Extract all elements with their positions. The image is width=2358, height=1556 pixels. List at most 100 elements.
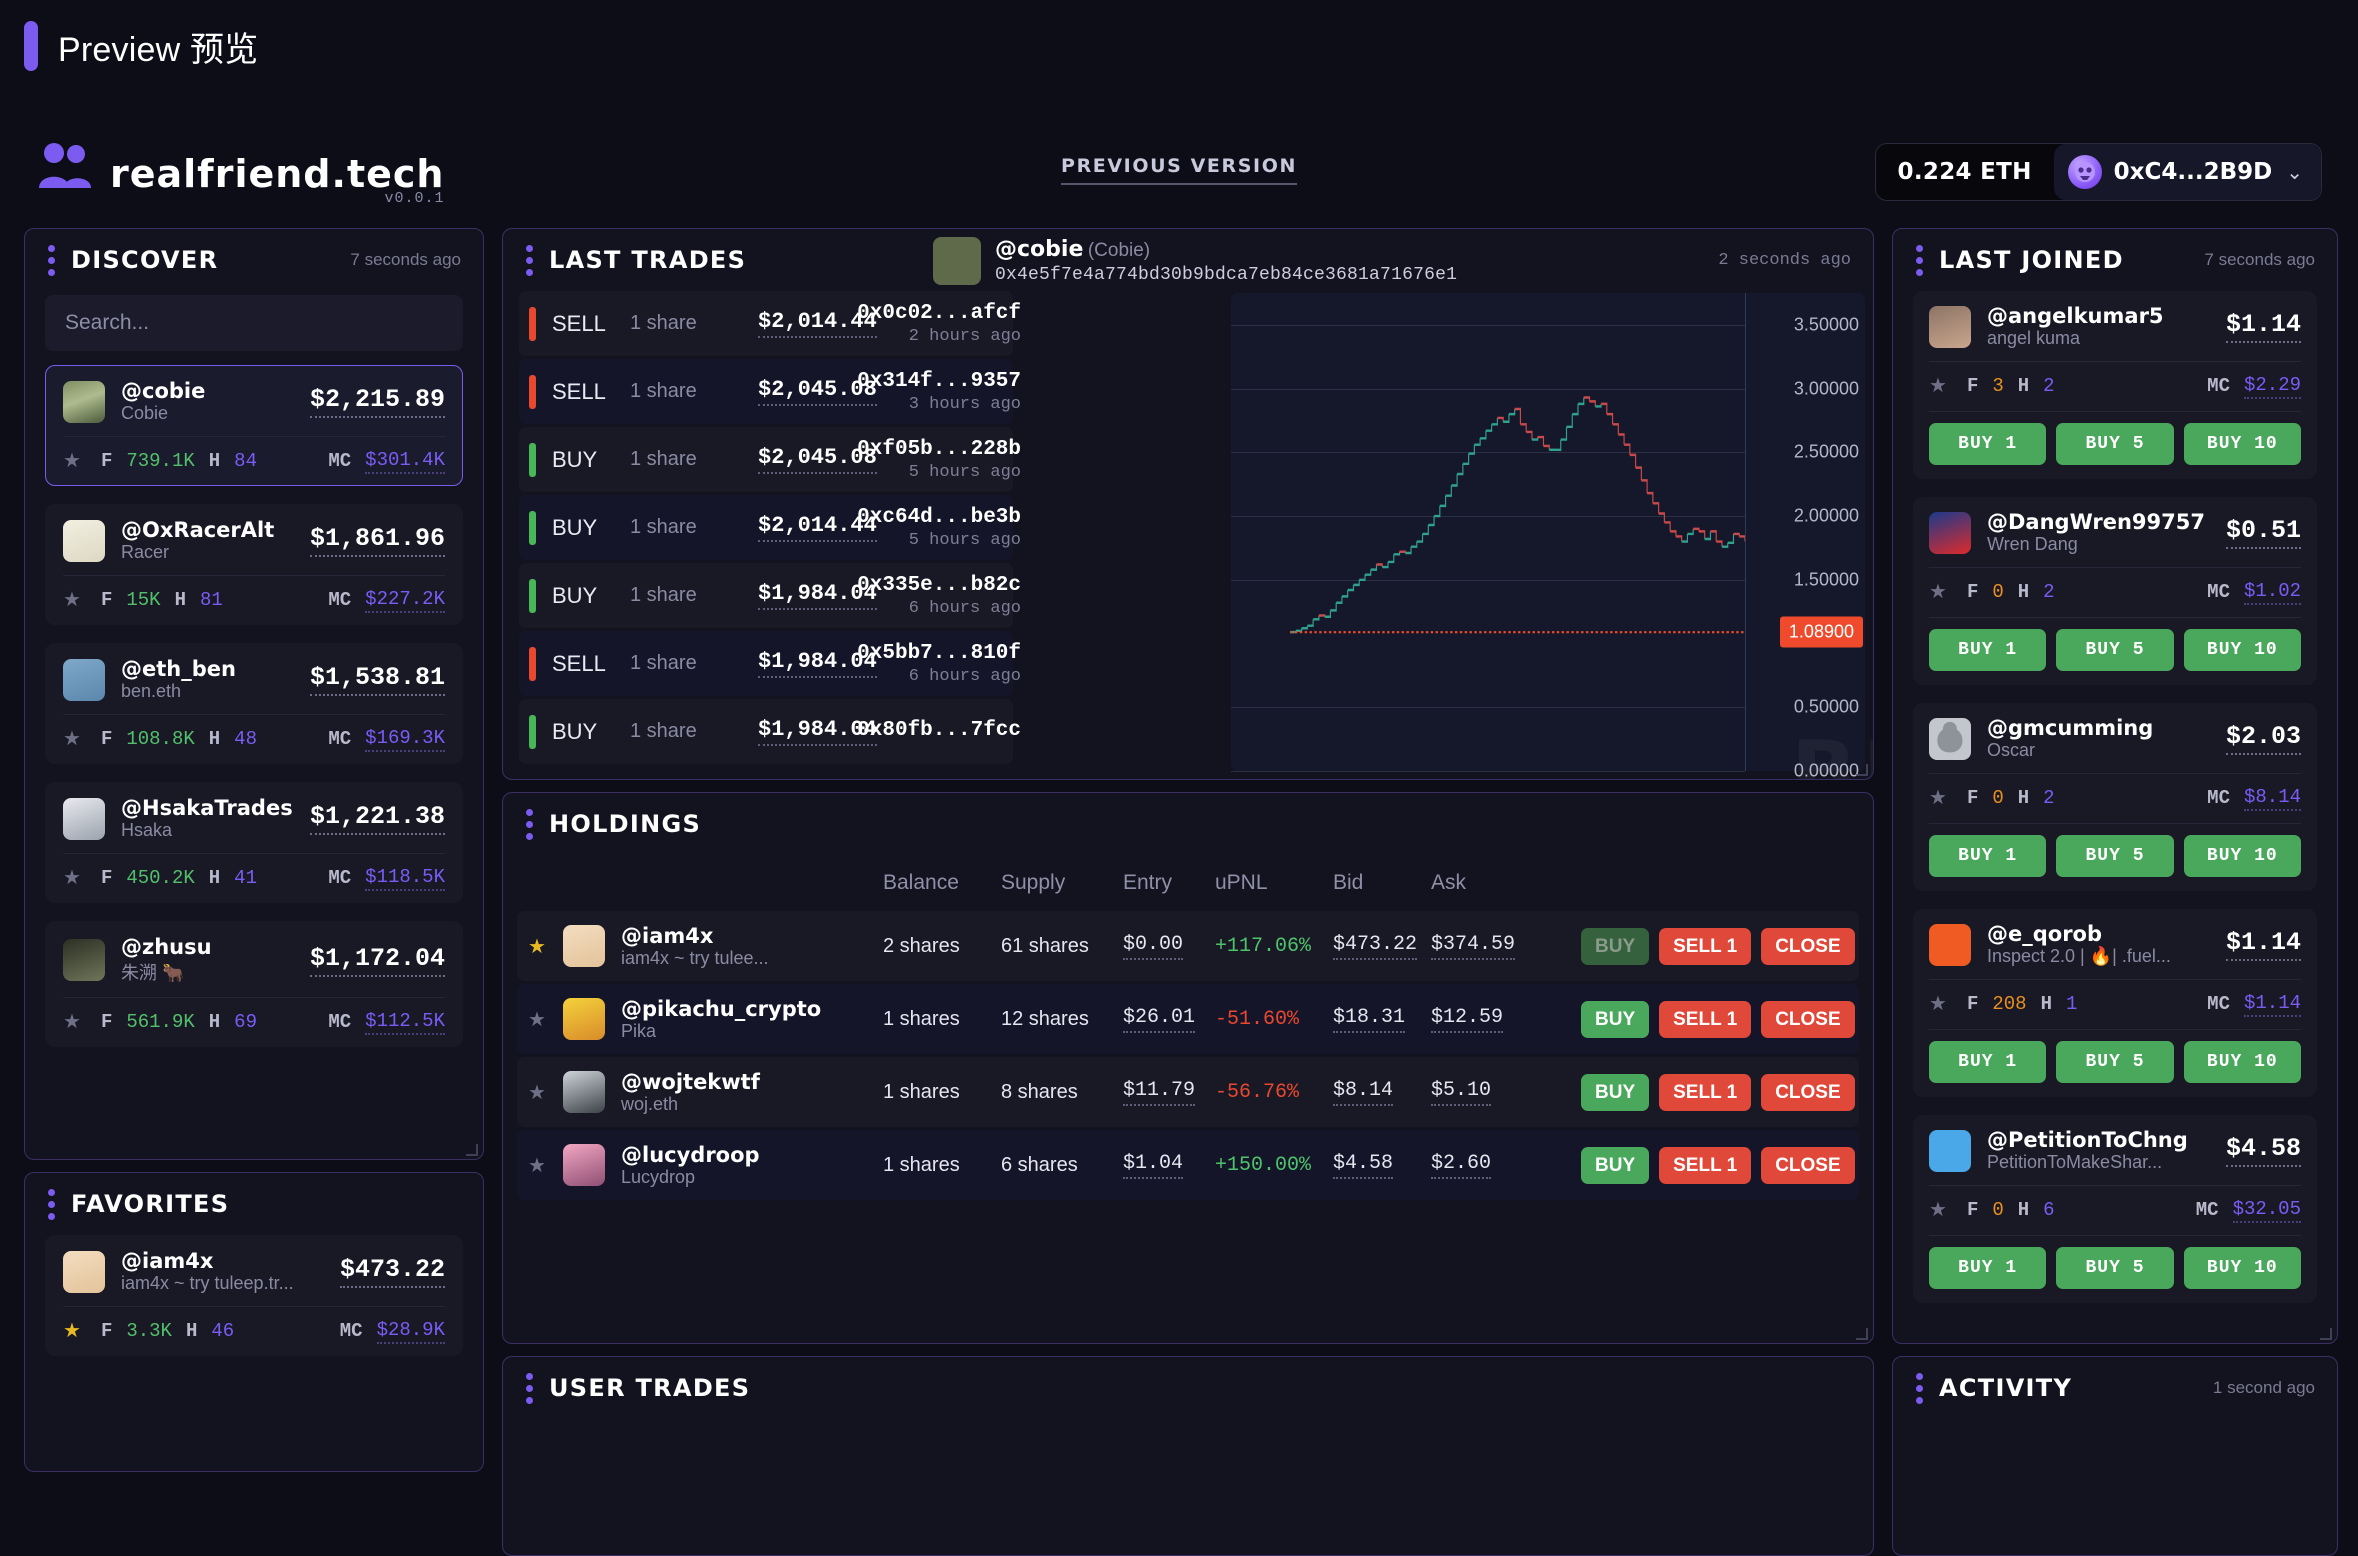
user-card[interactable]: @zhusu 朱溯 🐂 $1,172.04 ★ F 561.9K H 69 MC $112.5K [45, 921, 463, 1047]
buy-10-button[interactable]: BUY 10 [2183, 835, 2301, 877]
last-joined-timestamp: 7 seconds ago [2204, 250, 2315, 269]
joined-card[interactable]: @PetitionToChng PetitionToMakeShar... $4.5… [1913, 1115, 2317, 1303]
trade-row[interactable]: SELL 1 share $1,984.04 0x5bb7...810f 6 hours… [519, 631, 1021, 696]
buy-button[interactable]: BUY [1581, 1146, 1650, 1184]
favorite-star-icon[interactable]: ★ [528, 1155, 546, 1177]
table-row[interactable]: ★ @wojtekwtf woj.eth 1 shares 8 shares $11.79… [517, 1057, 1859, 1127]
wallet-account-button[interactable]: 0xC4...2B9D ⌄ [2053, 144, 2321, 200]
table-row[interactable]: ★ @lucydroop Lucydrop 1 shares 6 shares $1.04… [517, 1130, 1859, 1200]
buy-1-button[interactable]: BUY 1 [1929, 629, 2047, 671]
favorite-star-icon[interactable]: ★ [1929, 373, 1947, 399]
holders-label: H [2017, 375, 2030, 397]
user-card[interactable]: @eth_ben ben.eth $1,538.81 ★ F 108.8K H 48 MC $16… [45, 643, 463, 764]
sell-button[interactable]: SELL 1 [1659, 1146, 1752, 1184]
favorite-star-icon[interactable]: ★ [1929, 579, 1947, 605]
favorite-star-icon[interactable]: ★ [528, 1009, 546, 1031]
resize-handle[interactable] [466, 1144, 478, 1156]
drag-handle-icon[interactable] [47, 244, 55, 276]
trade-row[interactable]: BUY 1 share $1,984.04 0x335e...b82c 6 hours … [519, 563, 1021, 628]
search-input[interactable] [45, 295, 463, 351]
resize-handle[interactable] [2320, 1328, 2332, 1340]
drag-handle-icon[interactable] [47, 1188, 55, 1220]
trade-row[interactable]: BUY 1 share $2,014.44 0xc64d...be3b 5 hours … [519, 495, 1021, 560]
buy-10-button[interactable]: BUY 10 [2183, 629, 2301, 671]
drag-handle-icon[interactable] [1915, 244, 1923, 276]
trade-row[interactable]: BUY 1 share $2,045.08 0xf05b...228b 5 hours … [519, 427, 1021, 492]
trade-timestamp: 3 hours ago [908, 394, 1021, 414]
favorite-star-icon[interactable]: ★ [63, 448, 81, 474]
trade-hash[interactable]: 0x5bb7...810f [857, 642, 1021, 665]
trade-row[interactable]: BUY 1 share $1,984.04 0x80fb...7fcc [519, 699, 1021, 764]
drag-handle-icon[interactable] [1915, 1372, 1923, 1404]
favorite-star-icon[interactable]: ★ [1929, 991, 1947, 1017]
wallet-pill[interactable]: 0.224 ETH 0xC4...2B9D ⌄ [1874, 143, 2322, 201]
favorite-star-icon[interactable]: ★ [63, 1009, 81, 1035]
price-chart[interactable]: BLOCKBEATS 3.500003.000002.500002.000001… [1231, 293, 1873, 779]
table-row[interactable]: ★ @iam4x iam4x ~ try tulee... 2 shares 61 sh… [517, 911, 1859, 981]
close-button[interactable]: CLOSE [1761, 1073, 1855, 1111]
buy-10-button[interactable]: BUY 10 [2183, 1247, 2301, 1289]
joined-card[interactable]: @e_qorob Inspect 2.0 | 🔥| .fuel... $1.14 ★ F… [1913, 909, 2317, 1097]
buy-button[interactable]: BUY [1581, 1000, 1650, 1038]
joined-card[interactable]: @angelkumar5 angel kuma $1.14 ★ F 3 H 2 MC $2.29 B… [1913, 291, 2317, 479]
buy-5-button[interactable]: BUY 5 [2056, 835, 2174, 877]
user-card[interactable]: @OxRacerAlt Racer $1,861.96 ★ F 15K H 81 MC $227.… [45, 504, 463, 625]
buy-5-button[interactable]: BUY 5 [2056, 423, 2174, 465]
drag-handle-icon[interactable] [525, 244, 533, 276]
favorite-star-icon[interactable]: ★ [63, 1318, 81, 1344]
drag-handle-icon[interactable] [525, 808, 533, 840]
trades-subject[interactable]: @cobie (Cobie) 0x4e5f7e4a774bd30b9bdca7e… [933, 237, 1457, 285]
trade-hash[interactable]: 0x335e...b82c [857, 574, 1021, 597]
trade-row[interactable]: SELL 1 share $2,014.44 0x0c02...afcf 2 hours… [519, 291, 1021, 356]
resize-handle[interactable] [1856, 1328, 1868, 1340]
buy-1-button[interactable]: BUY 1 [1929, 1041, 2047, 1083]
joined-card[interactable]: @DangWren99757 Wren Dang $0.51 ★ F 0 H 2 MC $1.02… [1913, 497, 2317, 685]
brand-logo[interactable]: realfriend.tech v0.0.1 [36, 140, 444, 207]
trade-hash[interactable]: 0xc64d...be3b [857, 506, 1021, 529]
buy-1-button[interactable]: BUY 1 [1929, 423, 2047, 465]
joined-card[interactable]: @gmcumming Oscar $2.03 ★ F 0 H 2 MC $8.14 BUY 1 BUY… [1913, 703, 2317, 891]
sell-button[interactable]: SELL 1 [1659, 1073, 1752, 1111]
user-card[interactable]: @HsakaTrades Hsaka $1,221.38 ★ F 450.2K H 41 MC $… [45, 782, 463, 903]
trade-hash[interactable]: 0x80fb...7fcc [857, 719, 1021, 742]
buy-button[interactable]: BUY [1581, 1073, 1650, 1111]
favorite-star-icon[interactable]: ★ [63, 865, 81, 891]
user-card[interactable]: @cobie Cobie $2,215.89 ★ F 739.1K H 84 MC $301.4K [45, 365, 463, 486]
table-row[interactable]: ★ @pikachu_crypto Pika 1 shares 12 shares $26… [517, 984, 1859, 1054]
drag-handle-icon[interactable] [525, 1372, 533, 1404]
marketcap-label: MC [2207, 993, 2230, 1015]
user-price: $1.14 [2225, 928, 2301, 961]
buy-button[interactable]: BUY [1581, 927, 1650, 965]
buy-10-button[interactable]: BUY 10 [2183, 1041, 2301, 1083]
close-button[interactable]: CLOSE [1761, 1146, 1855, 1184]
resize-handle[interactable] [1856, 764, 1868, 776]
favorite-star-icon[interactable]: ★ [528, 936, 546, 958]
holdings-column-headers: Balance Supply Entry uPNL Bid Ask [517, 855, 1859, 911]
trade-hash[interactable]: 0xf05b...228b [857, 438, 1021, 461]
trade-hash[interactable]: 0x0c02...afcf [857, 302, 1021, 325]
favorite-star-icon[interactable]: ★ [1929, 1197, 1947, 1223]
buy-5-button[interactable]: BUY 5 [2056, 629, 2174, 671]
user-card[interactable]: @iam4x iam4x ~ try tuleep.tr... $473.22 ★ F 3… [45, 1235, 463, 1356]
user-price: $2,215.89 [309, 385, 445, 418]
user-subtitle: Inspect 2.0 | 🔥| .fuel... [1987, 946, 2171, 966]
favorite-star-icon[interactable]: ★ [63, 726, 81, 752]
favorite-star-icon[interactable]: ★ [528, 1082, 546, 1104]
sell-button[interactable]: SELL 1 [1659, 927, 1752, 965]
previous-version-link[interactable]: PREVIOUS VERSION [1061, 155, 1297, 185]
subject-handle: @cobie [995, 237, 1084, 262]
sell-button[interactable]: SELL 1 [1659, 1000, 1752, 1038]
favorite-star-icon[interactable]: ★ [63, 587, 81, 613]
trade-hash[interactable]: 0x314f...9357 [857, 370, 1021, 393]
close-button[interactable]: CLOSE [1761, 1000, 1855, 1038]
favorite-star-icon[interactable]: ★ [1929, 785, 1947, 811]
buy-1-button[interactable]: BUY 1 [1929, 835, 2047, 877]
close-button[interactable]: CLOSE [1761, 927, 1855, 965]
user-handle: @cobie [121, 379, 206, 403]
buy-5-button[interactable]: BUY 5 [2056, 1247, 2174, 1289]
avatar [1929, 717, 1971, 760]
buy-5-button[interactable]: BUY 5 [2056, 1041, 2174, 1083]
buy-1-button[interactable]: BUY 1 [1929, 1247, 2047, 1289]
trade-row[interactable]: SELL 1 share $2,045.08 0x314f...9357 3 hours… [519, 359, 1021, 424]
buy-10-button[interactable]: BUY 10 [2183, 423, 2301, 465]
